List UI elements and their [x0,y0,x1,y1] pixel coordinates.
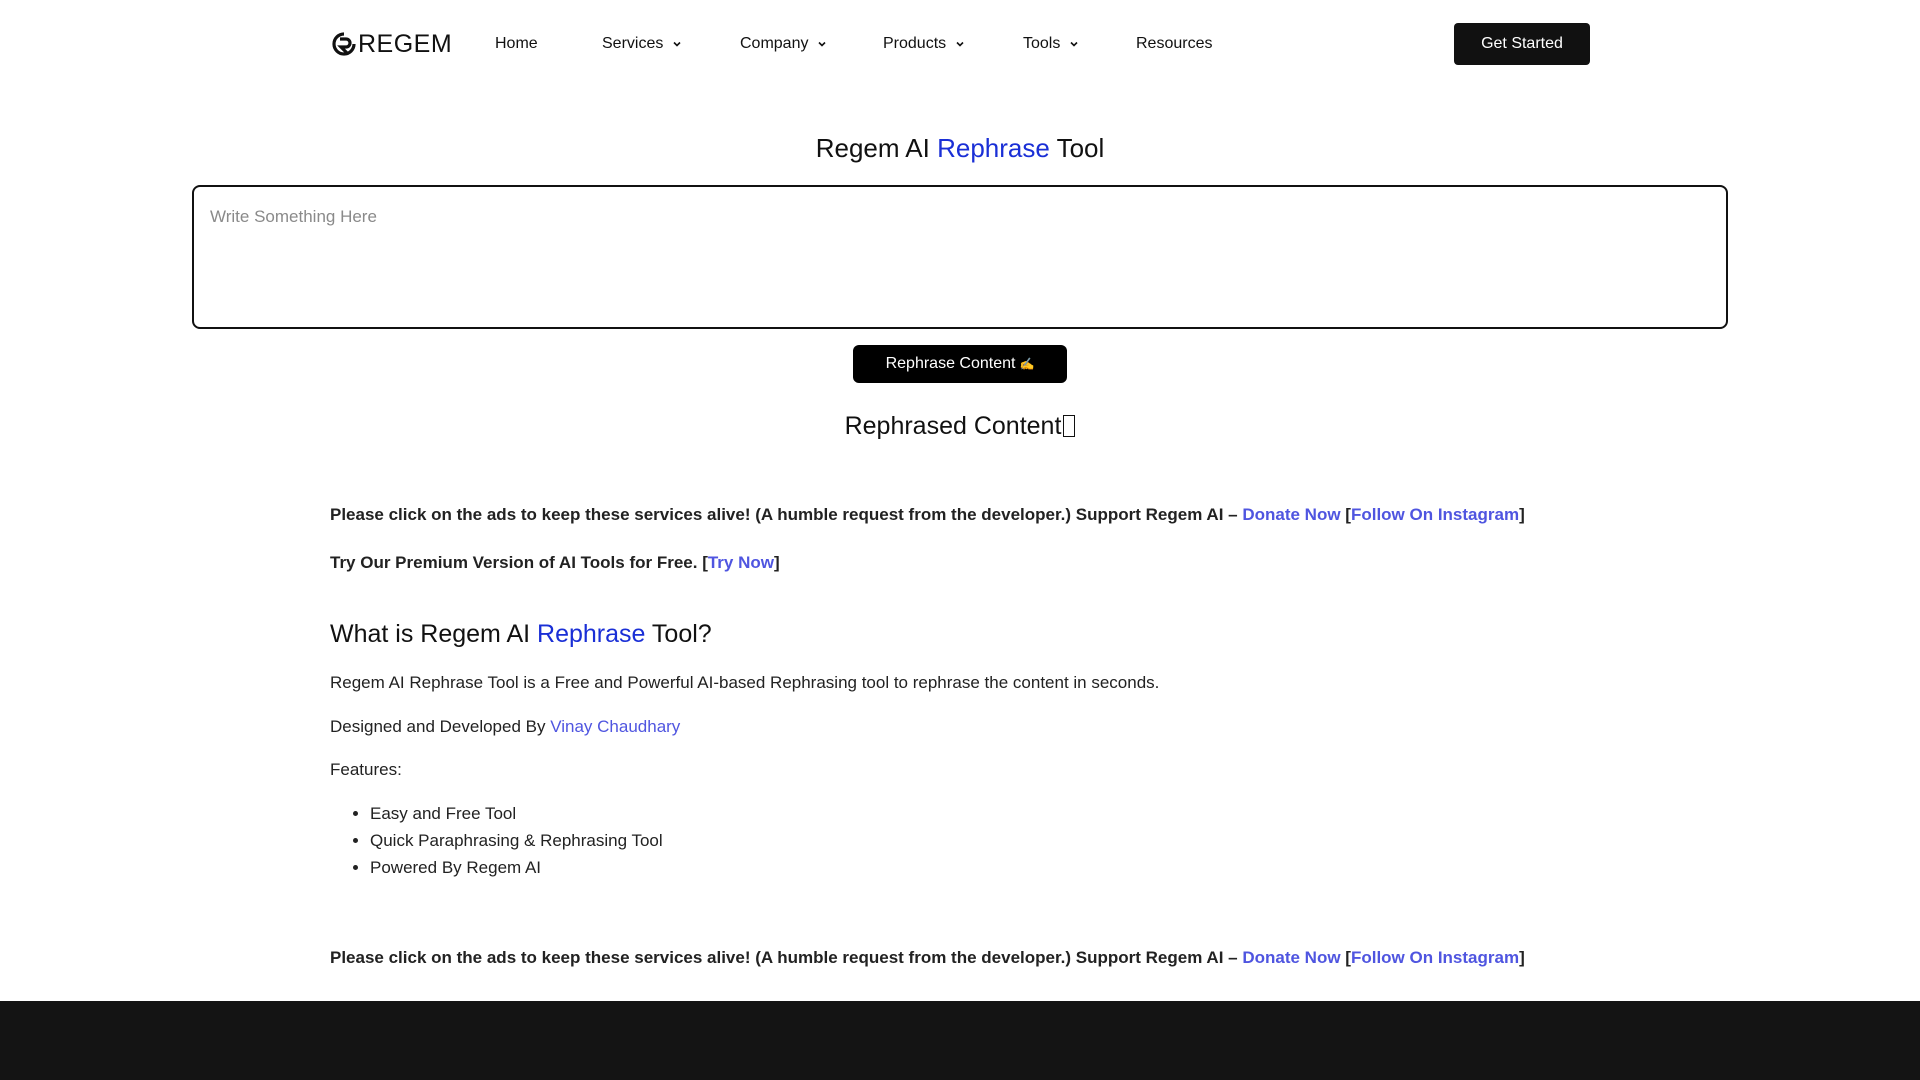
rephrase-content-button[interactable]: Rephrase Content ✍ [853,345,1067,383]
chevron-down-icon [818,41,827,47]
writing-hand-icon: ✍ [1019,357,1035,371]
designed-by: Designed and Developed By Vinay Chaudhar… [330,715,680,739]
content-input-placeholder: Write Something Here [210,207,377,226]
chevron-down-icon [1070,41,1078,47]
about-heading-prefix: What is Regem AI [330,620,538,648]
nav-tools[interactable]: Tools [1023,32,1079,56]
about-heading: What is Regem AI Rephrase Tool? [330,616,712,652]
list-item: Powered By Regem AI [370,854,663,881]
try-now-link[interactable]: Try Now [708,553,774,572]
nav-services-label: Services [602,35,664,52]
regem-logo-icon [332,32,356,56]
support-notice-text: Please click on the ads to keep these se… [330,948,1243,967]
content-input[interactable]: Write Something Here [192,185,1728,329]
support-notice-bottom: Please click on the ads to keep these se… [330,946,1525,970]
nav-products-label: Products [883,35,947,52]
get-started-button[interactable]: Get Started [1454,23,1590,65]
chevron-down-icon [956,41,964,47]
designed-by-text: Designed and Developed By [330,717,551,736]
regem-logo[interactable]: REGEM [332,29,452,59]
bracket-open: [ [1340,948,1351,967]
rephrase-button-label: Rephrase Content [885,355,1016,372]
support-notice-text: Please click on the ads to keep these se… [330,505,1243,524]
follow-instagram-link[interactable]: Follow On Instagram [1351,505,1519,524]
tool-title: Regem AI Rephrase Tool [0,130,1920,166]
nav-resources-label: Resources [1136,35,1213,52]
nav-products[interactable]: Products [883,32,965,56]
rephrased-content-heading: Rephrased Content [0,408,1920,444]
support-notice-top: Please click on the ads to keep these se… [330,503,1525,527]
premium-close-bracket: ] [773,553,780,572]
nav-home[interactable]: Home [495,32,538,56]
premium-text: Try Our Premium Version of AI Tools for … [330,553,708,572]
list-item: Quick Paraphrasing & Rephrasing Tool [370,827,663,854]
features-label: Features: [330,760,402,779]
features-list: Easy and Free Tool Quick Paraphrasing & … [330,800,663,881]
nav-services[interactable]: Services [602,32,682,56]
premium-notice: Try Our Premium Version of AI Tools for … [330,551,780,575]
about-heading-accent: Rephrase [537,620,646,648]
donate-now-link[interactable]: Donate Now [1242,948,1340,967]
nav-company-label: Company [740,35,809,52]
chevron-down-icon [673,41,681,47]
follow-instagram-link[interactable]: Follow On Instagram [1351,948,1519,967]
tool-title-prefix: Regem AI [815,133,938,163]
tool-title-accent: Rephrase [937,133,1050,163]
list-item: Easy and Free Tool [370,800,663,827]
bracket-close: ] [1519,948,1525,967]
about-heading-suffix: Tool? [645,620,712,648]
site-footer [0,1001,1920,1080]
nav-home-label: Home [495,35,538,52]
missing-glyph-icon [1063,415,1076,437]
bracket-open: [ [1340,505,1351,524]
bracket-close: ] [1519,505,1525,524]
about-description: Regem AI Rephrase Tool is a Free and Pow… [330,673,1160,692]
site-header: REGEM Home Services Company Products Too… [0,0,1920,88]
nav-company[interactable]: Company [740,32,827,56]
donate-now-link[interactable]: Donate Now [1242,505,1340,524]
rephrased-content-title: Rephrased Content [844,412,1062,440]
nav-tools-label: Tools [1023,35,1061,52]
designer-link[interactable]: Vinay Chaudhary [550,717,680,736]
tool-title-suffix: Tool [1049,133,1105,163]
nav-resources[interactable]: Resources [1136,32,1212,56]
logo-text: REGEM [358,30,453,58]
